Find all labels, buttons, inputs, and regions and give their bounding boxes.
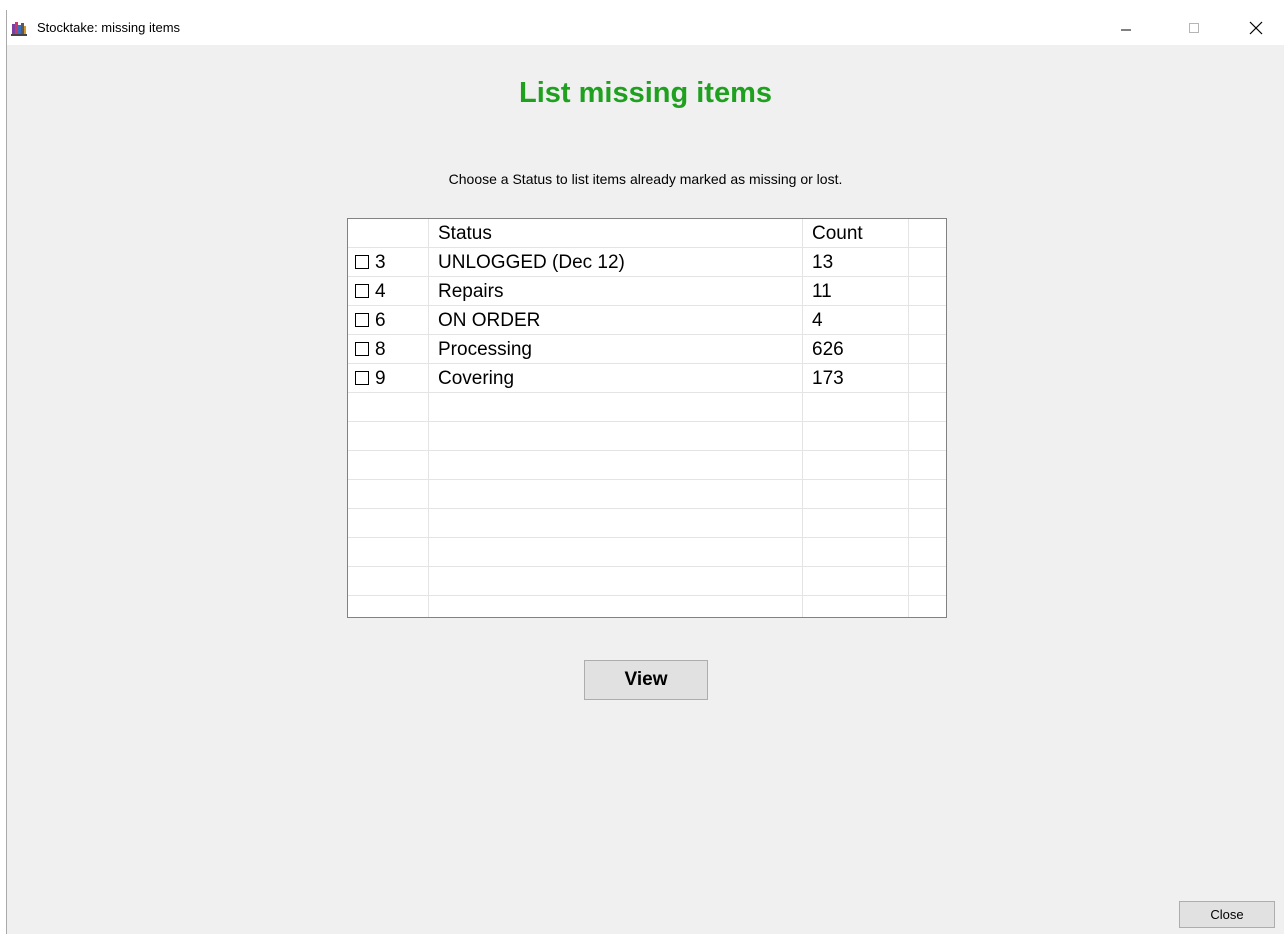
row-select[interactable]: 4 bbox=[355, 281, 386, 303]
empty-row bbox=[348, 480, 946, 509]
status-count: 11 bbox=[812, 281, 832, 302]
status-name: Repairs bbox=[438, 281, 504, 302]
status-count: 626 bbox=[812, 339, 844, 360]
empty-row bbox=[348, 567, 946, 596]
checkbox[interactable] bbox=[355, 371, 369, 385]
empty-row bbox=[348, 538, 946, 567]
empty-row bbox=[348, 596, 946, 617]
table-row[interactable]: 9 Covering 173 bbox=[348, 364, 946, 393]
empty-row bbox=[348, 451, 946, 480]
table-row[interactable]: 8 Processing 626 bbox=[348, 335, 946, 364]
minimize-button[interactable] bbox=[1103, 10, 1149, 45]
checkbox[interactable] bbox=[355, 255, 369, 269]
view-button[interactable]: View bbox=[584, 660, 708, 700]
minimize-icon bbox=[1121, 29, 1131, 30]
status-code: 4 bbox=[375, 281, 386, 302]
maximize-icon bbox=[1189, 22, 1199, 33]
status-code: 9 bbox=[375, 368, 386, 389]
status-count: 173 bbox=[812, 368, 844, 389]
row-select[interactable]: 3 bbox=[355, 252, 386, 274]
page-title: List missing items bbox=[518, 77, 772, 109]
status-code: 8 bbox=[375, 339, 386, 360]
row-select[interactable]: 8 bbox=[355, 339, 386, 361]
title-bar: Stocktake: missing items bbox=[7, 10, 1284, 45]
status-count: 4 bbox=[812, 310, 823, 331]
checkbox[interactable] bbox=[355, 313, 369, 327]
close-window-button[interactable] bbox=[1233, 10, 1279, 45]
status-name: Processing bbox=[438, 339, 532, 360]
instructions-text: Choose a Status to list items already ma… bbox=[448, 171, 843, 187]
close-button[interactable]: Close bbox=[1179, 901, 1275, 928]
status-count: 13 bbox=[812, 252, 834, 273]
row-select[interactable]: 9 bbox=[355, 368, 386, 390]
table-row[interactable]: 3 UNLOGGED (Dec 12) 13 bbox=[348, 248, 946, 277]
header-status: Status bbox=[438, 223, 492, 244]
stocktake-window: Stocktake: missing items List missing it… bbox=[6, 10, 1284, 934]
table-row[interactable]: 4 Repairs 11 bbox=[348, 277, 946, 306]
status-code: 3 bbox=[375, 252, 386, 273]
checkbox[interactable] bbox=[355, 284, 369, 298]
checkbox[interactable] bbox=[355, 342, 369, 356]
window-title: Stocktake: missing items bbox=[37, 20, 181, 35]
status-name: UNLOGGED (Dec 12) bbox=[438, 252, 625, 273]
empty-row bbox=[348, 422, 946, 451]
header-count: Count bbox=[812, 223, 863, 244]
row-select[interactable]: 6 bbox=[355, 310, 386, 332]
maximize-button[interactable] bbox=[1171, 10, 1217, 45]
status-name: Covering bbox=[438, 368, 515, 389]
empty-row bbox=[348, 509, 946, 538]
grid-header-row: Status Count bbox=[348, 219, 946, 248]
close-icon bbox=[1249, 21, 1263, 34]
table-row[interactable]: 6 ON ORDER 4 bbox=[348, 306, 946, 335]
empty-row bbox=[348, 393, 946, 422]
status-name: ON ORDER bbox=[438, 310, 541, 331]
status-code: 6 bbox=[375, 310, 386, 331]
books-icon bbox=[11, 22, 27, 36]
status-grid[interactable]: Status Count 3 UNLOGGED (Dec 12) 13 4 Re… bbox=[347, 218, 947, 618]
